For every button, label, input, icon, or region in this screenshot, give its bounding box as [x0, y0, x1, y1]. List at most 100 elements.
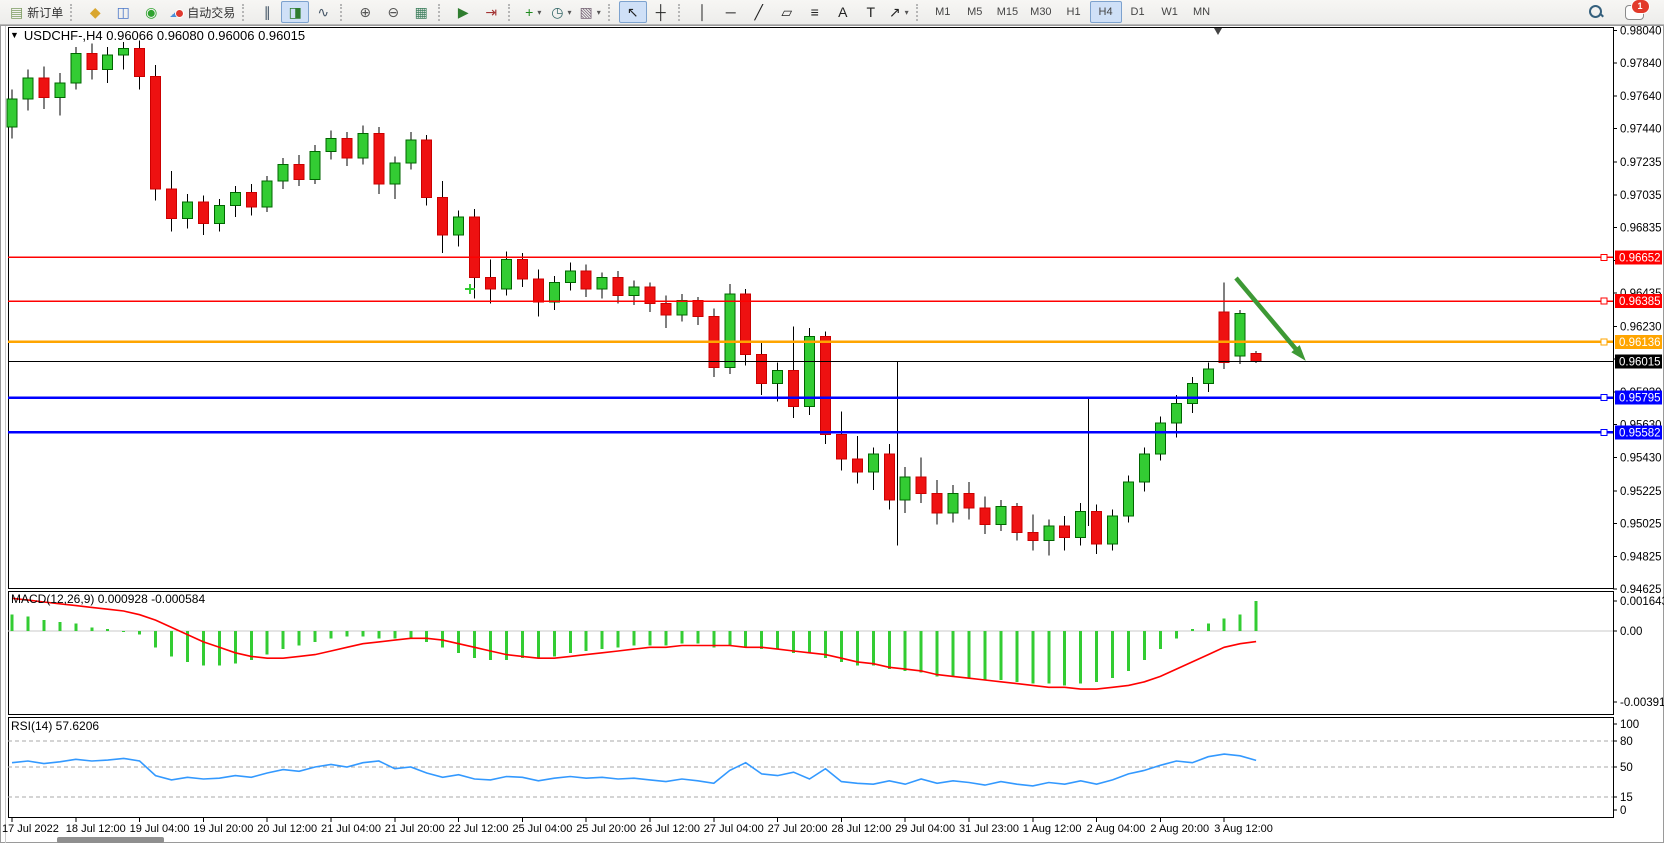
horizontal-scrollbar[interactable]: [57, 837, 164, 843]
add-indicator-icon: +: [525, 4, 533, 20]
toolbar: ▤新订单◆◫◉☁自动交易∥◨∿⊕⊖▦▶⇥+▾◷▾▧▾↖┼│─╱▱≡AT↗▾M1M…: [0, 0, 1664, 25]
cursor-button[interactable]: ↖: [619, 1, 647, 23]
macd-bar: [11, 615, 14, 631]
macd-bar: [154, 631, 157, 647]
macd-bar: [138, 631, 141, 635]
line-end-marker[interactable]: [1601, 395, 1607, 401]
crosshair-button[interactable]: ┼: [647, 1, 675, 23]
toolbar-separator: [678, 4, 684, 21]
market-watch-button[interactable]: ◆: [81, 1, 109, 23]
period-button[interactable]: ◷▾: [547, 1, 575, 23]
zoom-in-icon: ⊕: [359, 4, 371, 20]
line-end-marker[interactable]: [1601, 339, 1607, 345]
macd-bar: [728, 631, 731, 646]
candle: [151, 65, 161, 201]
bar-chart-button[interactable]: ∥: [253, 1, 281, 23]
time-tick-label: 19 Jul 04:00: [130, 823, 190, 835]
price-tick-label: 0.97440: [1620, 124, 1662, 136]
candle: [725, 284, 735, 374]
text-icon: A: [838, 4, 847, 20]
symbol-menu-icon[interactable]: ▼: [10, 30, 19, 40]
zoom-out-button[interactable]: ⊖: [379, 1, 407, 23]
horizontal-line-icon: ─: [726, 4, 736, 20]
line-end-marker[interactable]: [1601, 429, 1607, 435]
trendline-button[interactable]: ╱: [745, 1, 773, 23]
cursor-icon: ↖: [627, 4, 639, 20]
macd-bar: [1255, 601, 1258, 631]
candle: [374, 127, 384, 194]
line-end-marker[interactable]: [1601, 298, 1607, 304]
rsi-tick-label: 50: [1620, 762, 1633, 774]
fibonacci-button[interactable]: ≡: [801, 1, 829, 23]
time-tick-label: 2 Aug 04:00: [1087, 823, 1146, 835]
vertical-line-button[interactable]: │: [689, 1, 717, 23]
autotrade-button[interactable]: ☁自动交易: [165, 1, 239, 23]
text-label-button[interactable]: T: [857, 1, 885, 23]
price-label-text: 0.96015: [1619, 357, 1661, 369]
macd-bar: [1015, 631, 1018, 682]
candlestick-chart-button[interactable]: ◨: [281, 1, 309, 23]
search-button[interactable]: [1582, 1, 1610, 23]
macd-bar: [1111, 631, 1114, 678]
price-tick-label: 0.95430: [1620, 452, 1662, 464]
macd-bar: [776, 631, 779, 649]
price-label-text: 0.95582: [1619, 427, 1661, 439]
macd-bar: [537, 631, 540, 658]
text-label-icon: T: [866, 4, 875, 20]
macd-bar: [983, 631, 986, 680]
line-chart-button[interactable]: ∿: [309, 1, 337, 23]
signals-button[interactable]: ◉: [137, 1, 165, 23]
macd-bar: [1191, 629, 1194, 631]
rsi-tick-label: 100: [1620, 719, 1639, 731]
panel-borders: [9, 28, 1614, 818]
price-label-text: 0.96652: [1619, 252, 1661, 264]
tf-d1-button[interactable]: D1: [1122, 1, 1154, 23]
crosshair-icon: ┼: [656, 4, 666, 20]
chat-button[interactable]: 1: [1620, 1, 1648, 23]
template-button[interactable]: ▧▾: [576, 1, 605, 23]
tile-windows-button[interactable]: ▦: [407, 1, 435, 23]
navigator-button[interactable]: ◫: [109, 1, 137, 23]
tf-w1-button[interactable]: W1: [1154, 1, 1186, 23]
chevron-down-icon: ▾: [905, 8, 909, 17]
macd-bar: [872, 631, 875, 665]
price-tick-label: 0.97840: [1620, 58, 1662, 70]
line-end-marker[interactable]: [1601, 254, 1607, 260]
horizontal-line-button[interactable]: ─: [717, 1, 745, 23]
candle: [820, 331, 830, 444]
add-indicator-button[interactable]: +▾: [519, 1, 547, 23]
zoom-in-button[interactable]: ⊕: [351, 1, 379, 23]
price-tick-label: 0.97640: [1620, 91, 1662, 103]
candle: [71, 47, 81, 90]
text-button[interactable]: A: [829, 1, 857, 23]
macd-bar: [457, 631, 460, 653]
tf-m30-button[interactable]: M30: [1024, 1, 1057, 23]
macd-bar: [1239, 615, 1242, 631]
rsi-tick-label: 0: [1620, 805, 1626, 817]
tf-mn-button[interactable]: MN: [1186, 1, 1218, 23]
tf-h4-button[interactable]: H4: [1090, 1, 1122, 23]
tf-m15-button[interactable]: M15: [991, 1, 1024, 23]
channel-button[interactable]: ▱: [773, 1, 801, 23]
tf-m5-button[interactable]: M5: [959, 1, 991, 23]
auto-scroll-button[interactable]: ▶: [449, 1, 477, 23]
arrows-button[interactable]: ↗▾: [885, 1, 913, 23]
chart-shift-button[interactable]: ⇥: [477, 1, 505, 23]
time-tick-label: 3 Aug 12:00: [1214, 823, 1273, 835]
time-tick-label: 1 Aug 12:00: [1023, 823, 1082, 835]
macd-bar: [298, 631, 301, 646]
macd-bar: [202, 631, 205, 665]
autotrade-status-dot: [175, 9, 184, 18]
macd-bar: [920, 631, 923, 673]
new-order-button[interactable]: ▤新订单: [6, 1, 67, 23]
macd-bar: [1143, 631, 1146, 660]
market-watch-icon: ◆: [90, 4, 101, 20]
macd-bar: [234, 631, 237, 664]
candle: [1124, 475, 1134, 522]
tile-windows-icon: ▦: [415, 4, 428, 20]
tf-h1-button[interactable]: H1: [1058, 1, 1090, 23]
chart-canvas: 0.980400.978400.976400.974400.972350.970…: [0, 0, 1664, 843]
price-tick-label: 0.97035: [1620, 190, 1662, 202]
rsi-tick-label: 80: [1620, 736, 1633, 748]
tf-m1-button[interactable]: M1: [927, 1, 959, 23]
